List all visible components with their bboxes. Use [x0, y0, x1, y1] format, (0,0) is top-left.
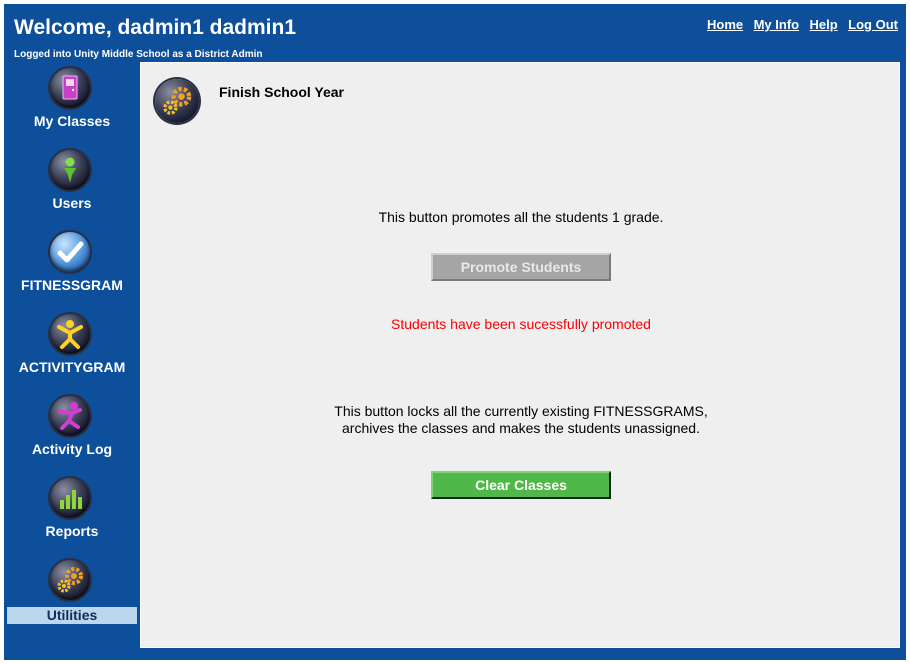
clear-description-line: This button locks all the currently exis…	[334, 403, 708, 419]
sidebar-item-label: Users	[52, 195, 92, 211]
app-frame: Welcome, dadmin1 dadmin1 Logged into Uni…	[4, 4, 906, 660]
clear-description-line: archives the classes and makes the stude…	[342, 420, 700, 436]
page-title: Finish School Year	[219, 84, 345, 100]
my-info-link[interactable]: My Info	[754, 17, 800, 32]
sidebar-item-label: Utilities	[7, 607, 137, 624]
help-link[interactable]: Help	[810, 17, 838, 32]
log-out-link[interactable]: Log Out	[848, 17, 898, 32]
sidebar-item-fitnessgram[interactable]: FITNESSGRAM	[4, 226, 140, 308]
main-content: Finish School Year This button promotes …	[140, 62, 900, 648]
sidebar-nav: My Classes Users FITNESSGRAM ACTIVITYGRA…	[4, 62, 140, 650]
sidebar-item-activity-log[interactable]: Activity Log	[4, 390, 140, 472]
clear-description: This button locks all the currently exis…	[141, 403, 901, 437]
door-icon	[50, 68, 90, 108]
gears-icon	[50, 560, 90, 600]
sidebar-item-label: My Classes	[33, 113, 111, 129]
top-links: Home My Info Help Log Out	[701, 16, 898, 34]
clear-classes-button[interactable]: Clear Classes	[431, 471, 611, 499]
sidebar-item-activitygram[interactable]: ACTIVITYGRAM	[4, 308, 140, 390]
running-figure-icon	[50, 396, 90, 436]
promote-status-message: Students have been sucessfully promoted	[391, 316, 651, 332]
promote-description: This button promotes all the students 1 …	[378, 209, 664, 225]
sidebar-item-users[interactable]: Users	[4, 144, 140, 226]
gears-icon	[155, 79, 199, 123]
active-figure-icon	[50, 314, 90, 354]
home-link[interactable]: Home	[707, 17, 743, 32]
sidebar-item-label: FITNESSGRAM	[21, 277, 123, 293]
sidebar-item-reports[interactable]: Reports	[4, 472, 140, 554]
login-status: Logged into Unity Middle School as a Dis…	[14, 49, 263, 60]
sidebar-item-utilities[interactable]: Utilities	[4, 554, 140, 636]
checkmark-icon	[50, 232, 90, 272]
promote-students-button[interactable]: Promote Students	[431, 253, 611, 281]
sidebar-item-label: Reports	[45, 523, 99, 539]
person-icon	[50, 150, 90, 190]
sidebar-item-label: ACTIVITYGRAM	[18, 359, 126, 375]
sidebar-item-label: Activity Log	[31, 441, 113, 457]
sidebar-item-my-classes[interactable]: My Classes	[4, 62, 140, 144]
welcome-title: Welcome, dadmin1 dadmin1	[14, 16, 297, 39]
bar-chart-icon	[50, 478, 90, 518]
